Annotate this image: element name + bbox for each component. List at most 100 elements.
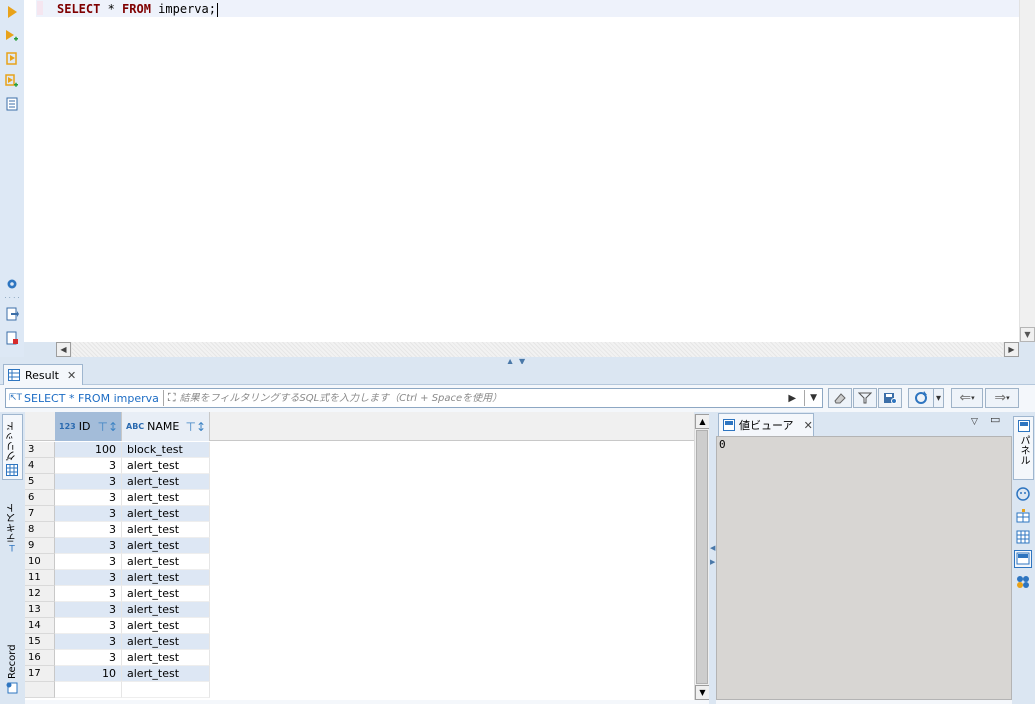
tab-grid[interactable]: グリッド: [2, 414, 23, 480]
close-icon[interactable]: ✕: [67, 369, 76, 382]
cell-name[interactable]: alert_test: [122, 490, 210, 506]
explain-plan-icon[interactable]: [4, 96, 20, 112]
row-number[interactable]: 7: [25, 506, 55, 522]
scroll-thumb[interactable]: [696, 430, 708, 684]
scroll-right-icon[interactable]: ▶: [1004, 342, 1019, 357]
row-number[interactable]: 4: [25, 458, 55, 474]
scroll-left-icon[interactable]: ◀: [56, 342, 71, 357]
forward-button[interactable]: ⇒ ▾: [985, 388, 1019, 408]
row-number[interactable]: 15: [25, 634, 55, 650]
row-number[interactable]: 17: [25, 666, 55, 682]
cell-id[interactable]: 3: [55, 474, 122, 490]
refresh-button[interactable]: [908, 388, 934, 408]
execute-script-icon[interactable]: [4, 50, 20, 66]
table-row[interactable]: 13 3 alert_test: [25, 602, 694, 618]
cell-id[interactable]: 3: [55, 634, 122, 650]
filter-sort-icon[interactable]: ⊤↕: [185, 420, 206, 434]
result-grid[interactable]: 123 ID ⊤↕ ABC NAME ⊤↕ 3 100 block_test 4 3 al…: [25, 412, 694, 700]
cell-name[interactable]: alert_test: [122, 522, 210, 538]
cell-id[interactable]: 3: [55, 586, 122, 602]
tab-panels[interactable]: パネル: [1013, 416, 1034, 480]
cell-id[interactable]: 10: [55, 666, 122, 682]
sql-editor[interactable]: SELECT * FROM imperva;: [24, 0, 1019, 342]
table-row[interactable]: 17 10 alert_test: [25, 666, 694, 682]
row-number[interactable]: 12: [25, 586, 55, 602]
cell-id[interactable]: 3: [55, 650, 122, 666]
tab-record[interactable]: Record: [2, 634, 23, 694]
cell-name[interactable]: alert_test: [122, 602, 210, 618]
row-number[interactable]: 13: [25, 602, 55, 618]
metadata-icon[interactable]: [1015, 529, 1031, 548]
cell-name[interactable]: alert_test: [122, 570, 210, 586]
cell-name[interactable]: alert_test: [122, 666, 210, 682]
close-icon[interactable]: ✕: [804, 419, 813, 432]
table-row[interactable]: 15 3 alert_test: [25, 634, 694, 650]
table-row[interactable]: 4 3 alert_test: [25, 458, 694, 474]
table-row[interactable]: 16 3 alert_test: [25, 650, 694, 666]
expand-icon[interactable]: ⛶: [168, 391, 176, 405]
cell-name[interactable]: block_test: [122, 442, 210, 458]
value-viewer-panel[interactable]: 0: [716, 436, 1012, 700]
row-number[interactable]: 5: [25, 474, 55, 490]
filter-input[interactable]: [179, 392, 789, 404]
cell-id[interactable]: 3: [55, 554, 122, 570]
cell-id[interactable]: 3: [55, 490, 122, 506]
row-number[interactable]: 6: [25, 490, 55, 506]
cell-name[interactable]: alert_test: [122, 554, 210, 570]
cell-id[interactable]: 100: [55, 442, 122, 458]
row-number[interactable]: 9: [25, 538, 55, 554]
row-number[interactable]: 8: [25, 522, 55, 538]
scroll-track[interactable]: [72, 342, 1003, 357]
column-header-id[interactable]: 123 ID ⊤↕: [55, 412, 122, 441]
execute-statement-icon[interactable]: [4, 4, 20, 20]
tab-value-viewer[interactable]: 値ビューア ✕: [718, 413, 814, 436]
table-row[interactable]: 8 3 alert_test: [25, 522, 694, 538]
row-number[interactable]: 16: [25, 650, 55, 666]
file-error-icon[interactable]: [4, 330, 20, 346]
execute-script-new-tab-icon[interactable]: [4, 73, 20, 89]
table-row[interactable]: 12 3 alert_test: [25, 586, 694, 602]
sql-line[interactable]: SELECT * FROM imperva;: [57, 2, 218, 17]
cell-name[interactable]: alert_test: [122, 506, 210, 522]
scroll-down-icon[interactable]: ▼: [1020, 327, 1035, 342]
table-row[interactable]: 9 3 alert_test: [25, 538, 694, 554]
cell-name[interactable]: alert_test: [122, 474, 210, 490]
view-menu-icon[interactable]: ▽: [971, 417, 978, 427]
grid-viewer-splitter[interactable]: ◀ ▶: [709, 412, 716, 704]
table-row[interactable]: 7 3 alert_test: [25, 506, 694, 522]
cell-id[interactable]: 3: [55, 538, 122, 554]
calculation-icon[interactable]: [1015, 574, 1031, 593]
editor-horizontal-scrollbar[interactable]: ◀ ▶: [56, 342, 1019, 357]
filter-box[interactable]: ⇱T SELECT * FROM imperva ⛶ ▶ ▼: [5, 388, 823, 408]
back-button[interactable]: ⇐ ▾: [951, 388, 983, 408]
cell-id[interactable]: 3: [55, 506, 122, 522]
scroll-down-icon[interactable]: ▼: [695, 685, 710, 700]
save-filter-button[interactable]: [878, 388, 902, 408]
cell-name[interactable]: alert_test: [122, 634, 210, 650]
gear-icon[interactable]: [4, 276, 20, 292]
refresh-dropdown-icon[interactable]: ▾: [934, 388, 944, 408]
apply-filter-icon[interactable]: ▶: [788, 393, 796, 404]
cell-id[interactable]: 3: [55, 618, 122, 634]
column-header-name[interactable]: ABC NAME ⊤↕: [122, 412, 210, 441]
grid-vertical-scrollbar[interactable]: ▲ ▼: [694, 414, 710, 700]
value-viewer-toggle-icon[interactable]: [1014, 550, 1032, 568]
collapse-right-icon[interactable]: ▶: [710, 558, 715, 566]
table-row[interactable]: 10 3 alert_test: [25, 554, 694, 570]
erase-filter-button[interactable]: [828, 388, 852, 408]
emoji-icon[interactable]: [1015, 486, 1031, 505]
grouping-icon[interactable]: [1015, 508, 1031, 527]
export-icon[interactable]: [4, 306, 20, 322]
editor-vertical-scrollbar[interactable]: ▼: [1019, 0, 1035, 342]
filter-history-dropdown-icon[interactable]: ▼: [810, 393, 817, 403]
cell-id[interactable]: 3: [55, 522, 122, 538]
cell-name[interactable]: alert_test: [122, 586, 210, 602]
row-number[interactable]: 11: [25, 570, 55, 586]
table-row[interactable]: 6 3 alert_test: [25, 490, 694, 506]
cell-id[interactable]: 3: [55, 570, 122, 586]
minimize-icon[interactable]: ▭: [990, 413, 1000, 426]
cell-name[interactable]: alert_test: [122, 538, 210, 554]
cell-name[interactable]: alert_test: [122, 458, 210, 474]
row-number[interactable]: 14: [25, 618, 55, 634]
table-row[interactable]: 3 100 block_test: [25, 442, 694, 458]
